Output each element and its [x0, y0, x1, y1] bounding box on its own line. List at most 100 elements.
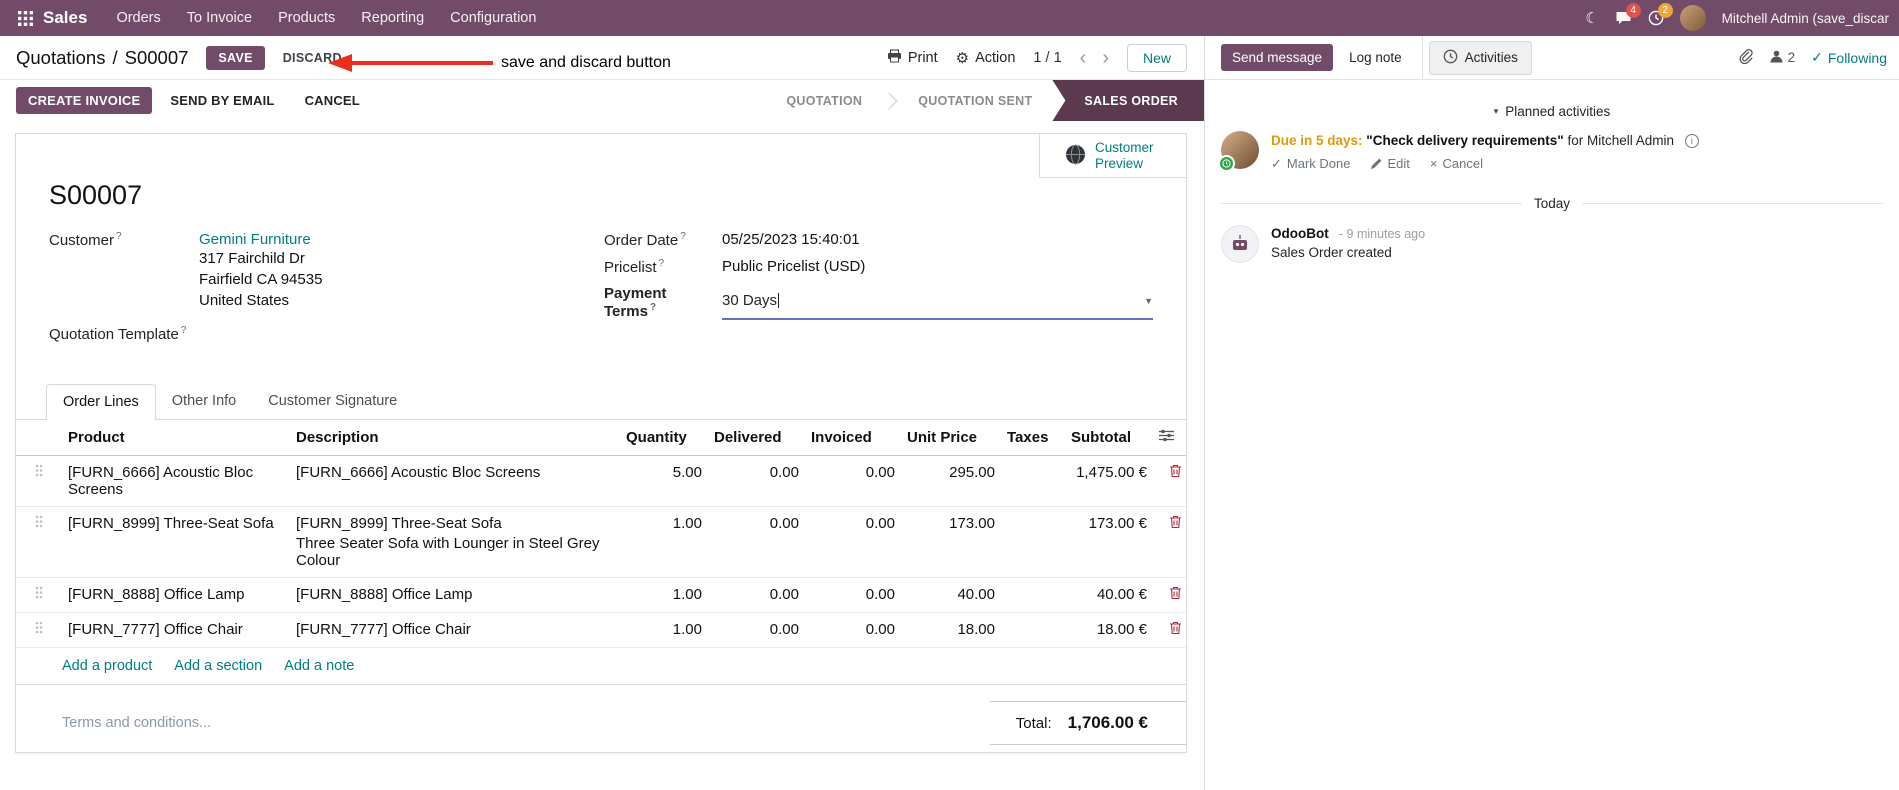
activities-clock-icon[interactable]: 2: [1648, 3, 1673, 26]
delete-line-icon[interactable]: [1169, 586, 1182, 604]
col-subtotal[interactable]: Subtotal: [1065, 420, 1153, 456]
add-note-link[interactable]: Add a note: [284, 658, 354, 674]
activities-tab[interactable]: Activities: [1428, 40, 1532, 75]
delivered-cell[interactable]: 0.00: [708, 577, 805, 613]
followers-button[interactable]: 2: [1769, 49, 1795, 67]
taxes-cell[interactable]: [1001, 506, 1065, 578]
order-date-field[interactable]: 05/25/2023 15:40:01: [722, 231, 860, 249]
delivered-cell[interactable]: 0.00: [708, 506, 805, 578]
customer-preview-button[interactable]: Customer Preview: [1039, 134, 1186, 178]
apps-grid-icon[interactable]: [10, 10, 41, 26]
paperclip-icon[interactable]: [1738, 48, 1753, 68]
taxes-cell[interactable]: [1001, 455, 1065, 507]
drag-handle-icon[interactable]: [35, 515, 43, 532]
following-button[interactable]: ✓ Following: [1811, 49, 1887, 66]
dropdown-caret-icon[interactable]: ▼: [1144, 296, 1153, 306]
menu-reporting[interactable]: Reporting: [348, 0, 437, 36]
pager-prev-icon[interactable]: ‹: [1080, 48, 1087, 68]
drag-handle-icon[interactable]: [35, 621, 43, 638]
create-invoice-button[interactable]: CREATE INVOICE: [16, 87, 153, 114]
tab-order-lines[interactable]: Order Lines: [46, 384, 156, 420]
pager-next-icon[interactable]: ›: [1102, 48, 1109, 68]
send-by-email-button[interactable]: SEND BY EMAIL: [158, 87, 286, 114]
quantity-cell[interactable]: 1.00: [620, 612, 708, 648]
delivered-cell[interactable]: 0.00: [708, 455, 805, 507]
invoiced-cell[interactable]: 0.00: [805, 612, 901, 648]
info-icon[interactable]: i: [1684, 134, 1699, 149]
moon-icon[interactable]: ☾: [1585, 9, 1598, 27]
description-cell[interactable]: [FURN_7777] Office Chair: [290, 612, 620, 648]
delete-line-icon[interactable]: [1169, 464, 1182, 482]
mark-done-button[interactable]: ✓ Mark Done: [1271, 156, 1350, 172]
quantity-cell[interactable]: 1.00: [620, 506, 708, 578]
taxes-cell[interactable]: [1001, 577, 1065, 613]
terms-placeholder[interactable]: Terms and conditions...: [62, 715, 211, 731]
invoiced-cell[interactable]: 0.00: [805, 577, 901, 613]
pricelist-field[interactable]: Public Pricelist (USD): [722, 258, 865, 276]
product-cell[interactable]: [FURN_6666] Acoustic Bloc Screens: [62, 455, 290, 507]
stage-quotation[interactable]: QUOTATION: [766, 80, 882, 121]
delivered-cell[interactable]: 0.00: [708, 612, 805, 648]
col-delivered[interactable]: Delivered: [708, 420, 805, 456]
add-product-link[interactable]: Add a product: [62, 658, 152, 674]
edit-activity-button[interactable]: Edit: [1370, 156, 1410, 172]
new-button[interactable]: New: [1126, 43, 1187, 72]
customer-link[interactable]: Gemini Furniture: [199, 231, 311, 248]
print-button[interactable]: Print: [887, 49, 938, 67]
unit-price-cell[interactable]: 40.00: [901, 577, 1001, 613]
add-section-link[interactable]: Add a section: [174, 658, 262, 674]
col-description[interactable]: Description: [290, 420, 620, 456]
order-line-row[interactable]: [FURN_7777] Office Chair [FURN_7777] Off…: [16, 612, 1186, 648]
user-name[interactable]: Mitchell Admin (save_discar: [1722, 11, 1889, 26]
drag-handle-icon[interactable]: [35, 586, 43, 603]
tab-other-info[interactable]: Other Info: [156, 384, 252, 419]
menu-configuration[interactable]: Configuration: [437, 0, 549, 36]
app-brand[interactable]: Sales: [43, 8, 87, 28]
product-cell[interactable]: [FURN_8888] Office Lamp: [62, 577, 290, 613]
taxes-cell[interactable]: [1001, 612, 1065, 648]
unit-price-cell[interactable]: 173.00: [901, 506, 1001, 578]
tab-customer-signature[interactable]: Customer Signature: [252, 384, 413, 419]
col-taxes[interactable]: Taxes: [1001, 420, 1065, 456]
planned-activities-header[interactable]: ▾ Planned activities: [1221, 104, 1883, 119]
menu-orders[interactable]: Orders: [103, 0, 173, 36]
drag-handle-icon[interactable]: [35, 464, 43, 481]
menu-to-invoice[interactable]: To Invoice: [174, 0, 265, 36]
user-avatar[interactable]: [1679, 5, 1706, 31]
invoiced-cell[interactable]: 0.00: [805, 455, 901, 507]
messages-icon[interactable]: 4: [1615, 3, 1641, 26]
stage-quotation-sent[interactable]: QUOTATION SENT: [898, 80, 1052, 121]
col-product[interactable]: Product: [62, 420, 290, 456]
col-unit-price[interactable]: Unit Price: [901, 420, 1001, 456]
stage-sales-order[interactable]: SALES ORDER: [1052, 80, 1204, 121]
quantity-cell[interactable]: 1.00: [620, 577, 708, 613]
delete-line-icon[interactable]: [1169, 515, 1182, 533]
order-line-row[interactable]: [FURN_8999] Three-Seat Sofa [FURN_8999] …: [16, 506, 1186, 578]
save-button[interactable]: SAVE: [206, 45, 265, 70]
optional-columns-icon[interactable]: [1153, 420, 1186, 456]
unit-price-cell[interactable]: 18.00: [901, 612, 1001, 648]
product-cell[interactable]: [FURN_7777] Office Chair: [62, 612, 290, 648]
col-invoiced[interactable]: Invoiced: [805, 420, 901, 456]
send-message-button[interactable]: Send message: [1221, 44, 1334, 71]
menu-products[interactable]: Products: [265, 0, 348, 36]
product-cell[interactable]: [FURN_8999] Three-Seat Sofa: [62, 506, 290, 578]
description-cell[interactable]: [FURN_6666] Acoustic Bloc Screens: [290, 455, 620, 507]
discard-button[interactable]: DISCARD: [273, 46, 352, 70]
description-cell[interactable]: [FURN_8888] Office Lamp: [290, 577, 620, 613]
payment-terms-input[interactable]: 30 Days ▼: [722, 285, 1153, 320]
description-cell[interactable]: [FURN_8999] Three-Seat Sofa Three Seater…: [290, 506, 620, 578]
cancel-activity-button[interactable]: × Cancel: [1430, 156, 1483, 172]
action-button[interactable]: ⚙ Action: [956, 49, 1016, 67]
order-line-row[interactable]: [FURN_6666] Acoustic Bloc Screens [FURN_…: [16, 455, 1186, 507]
invoiced-cell[interactable]: 0.00: [805, 506, 901, 578]
message-author[interactable]: OdooBot: [1271, 226, 1329, 241]
col-quantity[interactable]: Quantity: [620, 420, 708, 456]
log-note-button[interactable]: Log note: [1337, 44, 1414, 71]
quantity-cell[interactable]: 5.00: [620, 455, 708, 507]
cancel-order-button[interactable]: CANCEL: [293, 87, 372, 114]
order-line-row[interactable]: [FURN_8888] Office Lamp [FURN_8888] Offi…: [16, 577, 1186, 613]
breadcrumb-quotations[interactable]: Quotations: [16, 47, 105, 69]
unit-price-cell[interactable]: 295.00: [901, 455, 1001, 507]
delete-line-icon[interactable]: [1169, 621, 1182, 639]
